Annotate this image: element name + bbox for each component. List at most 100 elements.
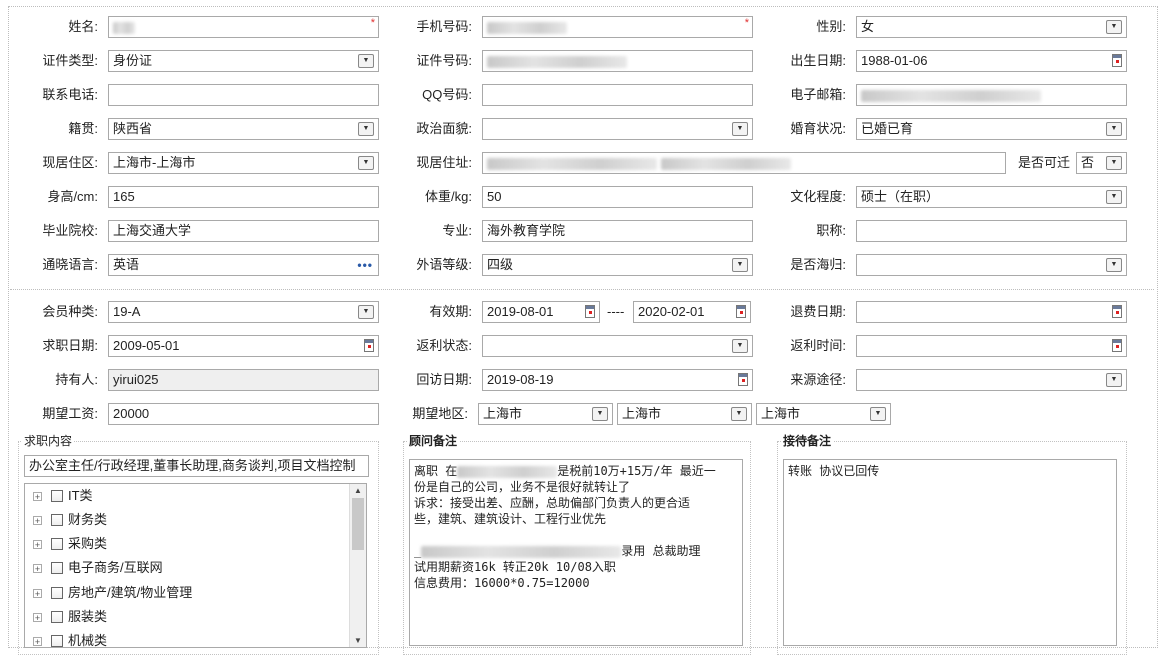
scroll-down-icon[interactable]: ▼	[352, 636, 364, 645]
relocate-select[interactable]: 否 ▼	[1076, 152, 1127, 174]
member-type-select[interactable]: 19-A ▼	[108, 301, 379, 323]
checkbox[interactable]	[51, 587, 63, 599]
expand-icon[interactable]: +	[33, 539, 42, 549]
jobdate-field[interactable]: 2009-05-01	[108, 335, 379, 357]
visit-date-field[interactable]: 2019-08-19	[482, 369, 753, 391]
tree-item[interactable]: + 房地产/建筑/物业管理	[33, 583, 192, 603]
rebate-time-field[interactable]	[856, 335, 1127, 357]
consultant-notes-textarea[interactable]: 离职 在是税前10万+15万/年 最近一 份是自己的公司，业务不是很好就转让了 …	[409, 459, 743, 646]
chevron-down-icon[interactable]: ▼	[1106, 122, 1122, 136]
chevron-down-icon[interactable]: ▼	[731, 407, 747, 421]
school-field[interactable]: 上海交通大学	[108, 220, 379, 242]
expand-icon[interactable]: +	[33, 588, 42, 598]
chevron-down-icon[interactable]: ▼	[1106, 156, 1122, 170]
qq-field[interactable]	[482, 84, 753, 106]
idno-label: 证件号码:	[416, 53, 472, 68]
scrollbar-thumb[interactable]	[352, 498, 364, 550]
birth-date-field[interactable]: 1988-01-06	[856, 50, 1127, 72]
langlevel-select[interactable]: 四级 ▼	[482, 254, 753, 276]
reception-notes-textarea[interactable]: 转账 协议已回传	[783, 459, 1117, 646]
checkbox[interactable]	[51, 514, 63, 526]
name-field[interactable]: *	[108, 16, 379, 38]
chevron-down-icon[interactable]: ▼	[358, 54, 374, 68]
calendar-icon[interactable]	[1112, 54, 1122, 67]
tree-item[interactable]: + 财务类	[33, 510, 107, 530]
chevron-down-icon[interactable]: ▼	[1106, 190, 1122, 204]
expand-icon[interactable]: +	[33, 491, 42, 501]
calendar-icon[interactable]	[364, 339, 374, 352]
chevron-down-icon[interactable]: ▼	[592, 407, 608, 421]
refund-date-field[interactable]	[856, 301, 1127, 323]
area-city-select[interactable]: 上海市 ▼	[617, 403, 752, 425]
tel-field[interactable]	[108, 84, 379, 106]
more-icon[interactable]: •••	[357, 255, 373, 275]
calendar-icon[interactable]	[585, 305, 595, 318]
expand-icon[interactable]: +	[33, 515, 42, 525]
politics-select[interactable]: ▼	[482, 118, 753, 140]
weight-field[interactable]: 50	[482, 186, 753, 208]
region-select[interactable]: 上海市-上海市 ▼	[108, 152, 379, 174]
tree-item[interactable]: + 电子商务/互联网	[33, 558, 163, 578]
edu-value: 硕士（在职）	[861, 189, 940, 204]
title-field[interactable]	[856, 220, 1127, 242]
chevron-down-icon[interactable]: ▼	[732, 258, 748, 272]
checkbox[interactable]	[51, 538, 63, 550]
height-field[interactable]: 165	[108, 186, 379, 208]
chevron-down-icon[interactable]: ▼	[358, 305, 374, 319]
relocate-label: 是否可迁	[1017, 155, 1070, 170]
area-district-select[interactable]: 上海市 ▼	[756, 403, 891, 425]
checkbox[interactable]	[51, 562, 63, 574]
edu-select[interactable]: 硕士（在职） ▼	[856, 186, 1127, 208]
weight-value: 50	[487, 189, 502, 204]
job-category-tree[interactable]: + IT类 + 财务类 + 采购类 + 电子商务/互联网 + 房地产/建筑/物业管理 + 服…	[24, 483, 367, 648]
scroll-up-icon[interactable]: ▲	[352, 486, 364, 495]
email-field[interactable]	[856, 84, 1127, 106]
valid-to-field[interactable]: 2020-02-01	[633, 301, 751, 323]
holder-field: yirui025	[108, 369, 379, 391]
calendar-icon[interactable]	[1112, 339, 1122, 352]
rebate-status-select[interactable]: ▼	[482, 335, 753, 357]
title-label: 职称:	[816, 223, 846, 238]
chevron-down-icon[interactable]: ▼	[1106, 20, 1122, 34]
chevron-down-icon[interactable]: ▼	[358, 156, 374, 170]
expand-icon[interactable]: +	[33, 636, 42, 646]
overseas-select[interactable]: ▼	[856, 254, 1127, 276]
lang-field[interactable]: 英语 •••	[108, 254, 379, 276]
calendar-icon[interactable]	[738, 373, 748, 386]
valid-from-value: 2019-08-01	[487, 304, 554, 319]
marital-select[interactable]: 已婚已育 ▼	[856, 118, 1127, 140]
gender-select[interactable]: 女 ▼	[856, 16, 1127, 38]
calendar-icon[interactable]	[736, 305, 746, 318]
area-label: 期望地区:	[412, 406, 468, 421]
valid-from-field[interactable]: 2019-08-01	[482, 301, 600, 323]
area-province-select[interactable]: 上海市 ▼	[478, 403, 613, 425]
phone-field[interactable]: *	[482, 16, 753, 38]
tree-item[interactable]: + IT类	[33, 486, 93, 506]
chevron-down-icon[interactable]: ▼	[358, 122, 374, 136]
job-summary-field[interactable]: 办公室主任/行政经理,董事长助理,商务谈判,项目文档控制	[24, 455, 369, 477]
tree-item[interactable]: + 采购类	[33, 534, 107, 554]
native-value: 陕西省	[113, 121, 153, 136]
major-field[interactable]: 海外教育学院	[482, 220, 753, 242]
chevron-down-icon[interactable]: ▼	[870, 407, 886, 421]
tree-scrollbar[interactable]: ▲ ▼	[349, 484, 366, 647]
native-select[interactable]: 陕西省 ▼	[108, 118, 379, 140]
chevron-down-icon[interactable]: ▼	[732, 122, 748, 136]
checkbox[interactable]	[51, 490, 63, 502]
expand-icon[interactable]: +	[33, 612, 42, 622]
idtype-select[interactable]: 身份证 ▼	[108, 50, 379, 72]
calendar-icon[interactable]	[1112, 305, 1122, 318]
tree-item[interactable]: + 机械类	[33, 631, 107, 647]
chevron-down-icon[interactable]: ▼	[732, 339, 748, 353]
expand-icon[interactable]: +	[33, 563, 42, 573]
source-select[interactable]: ▼	[856, 369, 1127, 391]
chevron-down-icon[interactable]: ▼	[1106, 258, 1122, 272]
tree-item[interactable]: + 服装类	[33, 607, 107, 627]
address-field[interactable]	[482, 152, 1006, 174]
idno-field[interactable]	[482, 50, 753, 72]
checkbox[interactable]	[51, 611, 63, 623]
note-text: _	[414, 544, 422, 558]
checkbox[interactable]	[51, 635, 63, 647]
salary-field[interactable]: 20000	[108, 403, 379, 425]
chevron-down-icon[interactable]: ▼	[1106, 373, 1122, 387]
